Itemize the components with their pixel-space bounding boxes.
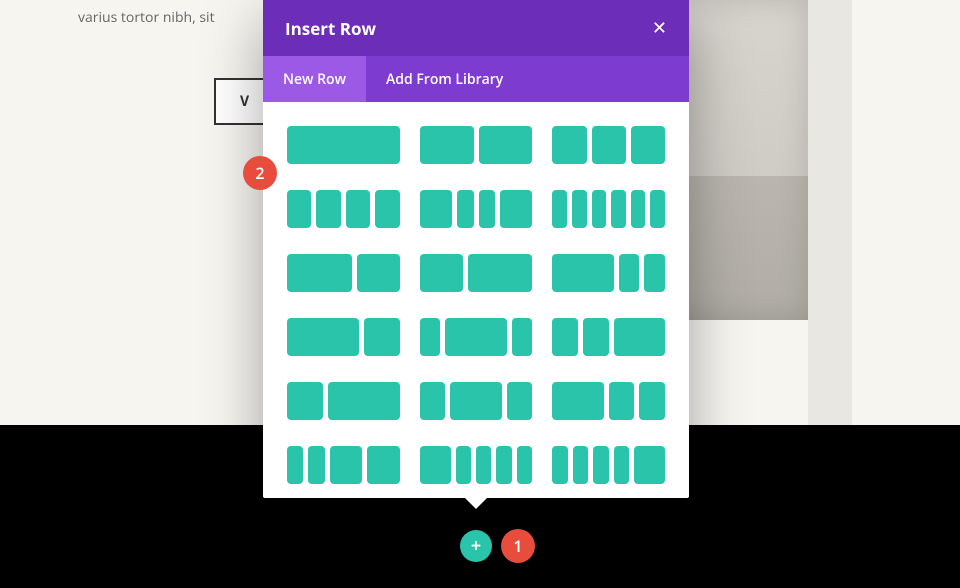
- layout-option[interactable]: [287, 190, 400, 228]
- layout-column: [552, 254, 614, 292]
- layout-option[interactable]: [287, 254, 400, 292]
- layout-column: [316, 190, 340, 228]
- annotation-callout-1: 1: [501, 529, 535, 563]
- layout-column: [420, 382, 446, 420]
- layout-option[interactable]: [552, 126, 665, 164]
- layout-option[interactable]: [420, 446, 533, 484]
- layout-option[interactable]: [552, 318, 665, 356]
- layout-column: [420, 190, 453, 228]
- layout-column: [328, 382, 400, 420]
- modal-title: Insert Row: [285, 17, 376, 40]
- layout-option[interactable]: [287, 126, 400, 164]
- layout-column: [420, 318, 441, 356]
- layout-column: [450, 382, 501, 420]
- layout-column: [552, 190, 567, 228]
- layout-column: [552, 318, 578, 356]
- layout-column: [357, 254, 400, 292]
- layout-option[interactable]: [552, 254, 665, 292]
- layout-column: [420, 126, 474, 164]
- layout-column: [420, 446, 451, 484]
- layout-option[interactable]: [287, 382, 400, 420]
- layout-column: [592, 190, 607, 228]
- layout-column: [287, 254, 352, 292]
- layout-column: [552, 382, 603, 420]
- layout-column: [364, 318, 400, 356]
- layout-column: [346, 190, 370, 228]
- layout-column: [420, 254, 463, 292]
- layout-column: [287, 126, 400, 164]
- layout-option[interactable]: [420, 382, 533, 420]
- layout-column: [512, 318, 533, 356]
- layout-grid: [263, 102, 689, 508]
- layout-column: [287, 318, 359, 356]
- layout-option[interactable]: [552, 382, 665, 420]
- body-text-fragment: varius tortor nibh, sit: [78, 8, 215, 27]
- layout-column: [572, 190, 587, 228]
- layout-column: [456, 446, 471, 484]
- tab-add-from-library[interactable]: Add From Library: [366, 56, 523, 102]
- layout-column: [650, 190, 665, 228]
- layout-column: [468, 254, 533, 292]
- layout-column: [631, 126, 665, 164]
- layout-column: [614, 318, 665, 356]
- layout-column: [287, 190, 311, 228]
- layout-column: [619, 254, 640, 292]
- modal-tabs: New Row Add From Library: [263, 56, 689, 102]
- layout-option[interactable]: [552, 446, 665, 484]
- layout-option[interactable]: [287, 318, 400, 356]
- tab-new-row[interactable]: New Row: [263, 56, 366, 102]
- layout-column: [500, 190, 533, 228]
- annotation-callout-2: 2: [243, 156, 277, 190]
- layout-column: [631, 190, 646, 228]
- layout-column: [479, 190, 495, 228]
- layout-column: [479, 126, 533, 164]
- layout-column: [592, 126, 626, 164]
- layout-column: [593, 446, 608, 484]
- layout-column: [644, 254, 665, 292]
- layout-column: [552, 126, 586, 164]
- layout-column: [445, 318, 507, 356]
- layout-column: [367, 446, 400, 484]
- insert-row-modal: Insert Row ✕ New Row Add From Library: [263, 0, 689, 498]
- close-icon[interactable]: ✕: [652, 16, 667, 40]
- layout-column: [476, 446, 491, 484]
- layout-option[interactable]: [420, 318, 533, 356]
- layout-column: [639, 382, 665, 420]
- layout-option[interactable]: [287, 446, 400, 484]
- layout-column: [457, 190, 473, 228]
- layout-column: [552, 446, 567, 484]
- add-section-button[interactable]: +: [460, 530, 492, 562]
- layout-column: [583, 318, 609, 356]
- layout-option[interactable]: [420, 190, 533, 228]
- layout-column: [517, 446, 532, 484]
- side-strip: [808, 0, 852, 425]
- layout-option[interactable]: [420, 126, 533, 164]
- layout-column: [609, 382, 635, 420]
- layout-column: [496, 446, 511, 484]
- layout-column: [573, 446, 588, 484]
- layout-option[interactable]: [420, 254, 533, 292]
- layout-column: [287, 382, 323, 420]
- layout-column: [287, 446, 303, 484]
- layout-column: [614, 446, 629, 484]
- layout-column: [507, 382, 533, 420]
- modal-header: Insert Row ✕: [263, 0, 689, 56]
- layout-option[interactable]: [552, 190, 665, 228]
- layout-column: [330, 446, 363, 484]
- layout-column: [308, 446, 324, 484]
- layout-column: [634, 446, 665, 484]
- layout-column: [611, 190, 626, 228]
- layout-column: [375, 190, 399, 228]
- modal-pointer-arrow: [464, 497, 488, 509]
